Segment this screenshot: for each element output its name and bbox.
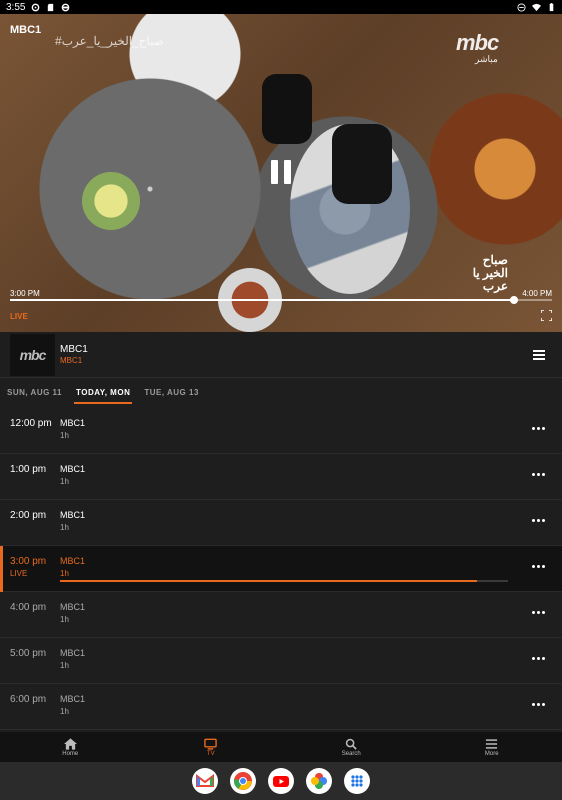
schedule-title: MBC1 — [60, 418, 86, 428]
channel-menu-button[interactable] — [533, 350, 545, 360]
menu-icon — [533, 358, 545, 360]
more-options-icon[interactable] — [532, 518, 546, 524]
nav-more[interactable]: More — [422, 732, 562, 762]
tab-today[interactable]: TODAY, MON — [74, 384, 133, 404]
system-taskbar — [0, 762, 562, 800]
bottom-navigation: Home TV Search More — [0, 732, 562, 762]
video-player[interactable]: MBC1 #صباح_الخير_يا_عرب mbc مباشر صباح ا… — [0, 14, 562, 332]
photos-icon[interactable] — [306, 768, 332, 794]
schedule-row-live[interactable]: 3:00 pm LIVE MBC1 1h — [0, 546, 562, 592]
sd-card-icon — [48, 3, 54, 11]
tab-sun-aug-11[interactable]: SUN, AUG 11 — [5, 384, 64, 401]
pause-icon — [271, 160, 278, 184]
schedule-row[interactable]: 12:00 pm MBC1 1h — [0, 408, 562, 454]
schedule-time: 4:00 pm — [10, 602, 47, 613]
chrome-icon[interactable] — [230, 768, 256, 794]
schedule-title: MBC1 — [60, 510, 86, 520]
nav-search-label: Search — [341, 750, 361, 757]
tab-tue-aug-13[interactable]: TUE, AUG 13 — [142, 384, 201, 401]
playback-progress-bar[interactable] — [10, 296, 552, 304]
channel-header: mbc MBC1 MBC1 — [0, 332, 562, 378]
schedule-time: 5:00 pm — [10, 648, 47, 659]
more-options-icon[interactable] — [532, 610, 546, 616]
channel-watermark-logo: mbc — [456, 30, 499, 55]
video-frame-detail — [82, 172, 140, 230]
program-schedule: 12:00 pm MBC1 1h 1:00 pm MBC1 1h 2:00 pm… — [0, 408, 562, 730]
live-label: LIVE — [10, 569, 28, 578]
schedule-time: 2:00 pm — [10, 510, 47, 521]
video-frame-detail — [262, 74, 312, 144]
menu-icon — [533, 354, 545, 356]
schedule-time: 1:00 pm — [10, 464, 47, 475]
schedule-duration: 1h — [60, 661, 69, 670]
nav-tv-label: TV — [206, 750, 215, 757]
nav-more-label: More — [484, 750, 499, 757]
status-time: 3:55 — [6, 1, 26, 13]
search-icon — [345, 738, 357, 750]
schedule-title: MBC1 — [60, 602, 86, 612]
show-logo: صباح الخير يا عرب — [472, 253, 508, 293]
video-frame-detail — [332, 124, 392, 204]
settings-icon — [32, 3, 40, 11]
app-drawer-icon[interactable] — [344, 768, 370, 794]
program-end-time: 4:00 PM — [522, 289, 552, 298]
gmail-icon[interactable] — [192, 768, 218, 794]
channel-subtitle: MBC1 — [60, 356, 83, 365]
nav-tv[interactable]: TV — [141, 732, 282, 762]
playback-progress-fill — [10, 299, 515, 301]
schedule-duration: 1h — [60, 523, 69, 532]
channel-logo-thumbnail[interactable]: mbc — [10, 334, 55, 376]
video-hashtag: #صباح_الخير_يا_عرب — [55, 34, 164, 48]
more-options-icon[interactable] — [532, 564, 546, 570]
wifi-icon — [532, 3, 541, 11]
channel-watermark-subtitle: مباشر — [475, 54, 498, 64]
program-progress-bar — [60, 580, 508, 582]
schedule-row[interactable]: 5:00 pm MBC1 1h — [0, 638, 562, 684]
more-options-icon[interactable] — [532, 472, 546, 478]
nav-home-label: Home — [62, 750, 79, 757]
status-bar: 3:55 — [0, 0, 562, 14]
home-icon — [63, 737, 77, 750]
live-badge[interactable]: LIVE — [10, 312, 28, 321]
live-indicator-bar — [0, 546, 3, 592]
program-start-time: 3:00 PM — [10, 289, 40, 298]
schedule-row[interactable]: 1:00 pm MBC1 1h — [0, 454, 562, 500]
schedule-row[interactable]: 6:00 pm MBC1 1h — [0, 684, 562, 730]
schedule-duration: 1h — [60, 615, 69, 624]
player-channel-label: MBC1 — [10, 24, 42, 36]
do-not-disturb-icon — [517, 2, 526, 12]
schedule-duration: 1h — [60, 477, 69, 486]
playback-scrubber-handle[interactable] — [510, 296, 519, 304]
menu-icon — [486, 738, 498, 749]
battery-icon — [549, 2, 554, 11]
more-options-icon[interactable] — [532, 426, 546, 432]
schedule-title: MBC1 — [60, 464, 86, 474]
more-options-icon[interactable] — [532, 702, 546, 708]
channel-name: MBC1 — [60, 344, 88, 355]
schedule-duration: 1h — [60, 569, 69, 578]
schedule-title: MBC1 — [60, 648, 86, 658]
schedule-duration: 1h — [60, 707, 69, 716]
schedule-time: 3:00 pm — [10, 556, 47, 567]
date-tabs: SUN, AUG 11 TODAY, MON TUE, AUG 13 — [0, 378, 562, 406]
schedule-row[interactable]: 4:00 pm MBC1 1h — [0, 592, 562, 638]
pause-button[interactable] — [271, 160, 291, 184]
fullscreen-icon[interactable] — [541, 310, 552, 321]
more-options-icon[interactable] — [532, 656, 546, 662]
schedule-duration: 1h — [60, 431, 69, 440]
schedule-time: 12:00 pm — [10, 418, 52, 429]
nav-search[interactable]: Search — [281, 732, 422, 762]
schedule-time: 6:00 pm — [10, 694, 47, 705]
ring-icon — [62, 3, 70, 11]
program-progress-fill — [60, 580, 477, 582]
channel-logo-text: mbc — [19, 347, 47, 363]
nav-home[interactable]: Home — [0, 732, 141, 762]
youtube-icon[interactable] — [268, 768, 294, 794]
schedule-row[interactable]: 2:00 pm MBC1 1h — [0, 500, 562, 546]
schedule-title: MBC1 — [60, 694, 86, 704]
menu-icon — [533, 350, 545, 352]
schedule-title: MBC1 — [60, 556, 86, 566]
tv-icon — [204, 738, 218, 750]
pause-icon — [284, 160, 291, 184]
